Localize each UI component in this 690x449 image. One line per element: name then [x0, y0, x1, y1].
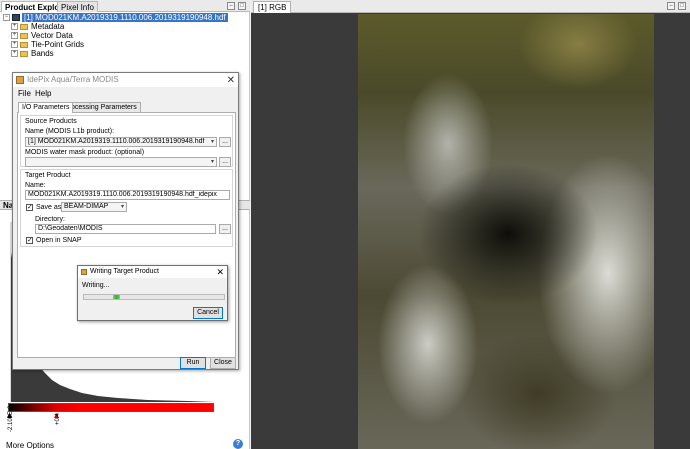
chevron-down-icon: ▾: [210, 139, 214, 145]
more-options-link[interactable]: More Options: [6, 441, 54, 449]
folder-icon: [20, 32, 28, 39]
more-options-label: More Options: [6, 441, 55, 449]
water-mask-label: MODIS water mask product: (optional): [25, 149, 145, 156]
product-label[interactable]: [1] MOD021KM.A2019319.1110.006.201931919…: [22, 13, 228, 22]
save-as-checkbox[interactable]: ✓: [26, 204, 33, 211]
tree-row-metadata[interactable]: + Metadata: [11, 22, 64, 31]
help-icon[interactable]: ?: [233, 439, 243, 449]
source-product-select[interactable]: [1] MOD021KM.A2019319.1110.006.201931919…: [25, 137, 217, 147]
collapse-icon[interactable]: −: [3, 14, 10, 22]
io-parameters-panel: Source Products Name (MODIS L1b product)…: [17, 112, 236, 358]
tree-row-vector-data[interactable]: + Vector Data: [11, 31, 73, 40]
slider-max-label: +0.4: [55, 413, 61, 425]
save-as-label: Save as:: [36, 204, 64, 211]
chevron-down-icon: ▾: [210, 159, 214, 165]
target-name-label: Name:: [25, 182, 46, 189]
directory-label: Directory:: [35, 216, 65, 223]
dialog-title: IdePix Aqua/Terra MODIS: [27, 75, 119, 84]
folder-icon: [20, 23, 28, 30]
expand-icon[interactable]: +: [11, 32, 18, 40]
source-products-label: Source Products: [25, 118, 77, 125]
tab-io-parameters[interactable]: I/O Parameters: [18, 102, 74, 113]
close-button[interactable]: Close: [210, 357, 236, 369]
target-name-field[interactable]: MOD021KM.A2019319.1110.006.2019319190948…: [25, 190, 230, 200]
dialog-menubar: File Help: [13, 88, 238, 99]
close-icon[interactable]: ✕: [227, 74, 235, 88]
progress-bar: [83, 294, 225, 300]
water-mask-browse-button[interactable]: ...: [219, 157, 231, 167]
expand-icon[interactable]: +: [11, 23, 18, 31]
folder-icon: [20, 50, 28, 57]
directory-browse-button[interactable]: ...: [219, 224, 231, 234]
slider-min-label: -2.100E-2: [8, 405, 14, 432]
tree-row-tie-point-grids[interactable]: + Tie-Point Grids: [11, 40, 84, 49]
expand-icon[interactable]: +: [11, 50, 18, 58]
maximize-pane-icon[interactable]: □: [238, 2, 246, 10]
progress-titlebar[interactable]: Writing Target Product ✕: [78, 266, 227, 278]
run-button[interactable]: Run: [180, 357, 206, 369]
menu-help[interactable]: Help: [35, 89, 51, 98]
target-product-section: Target Product Name: MOD021KM.A2019319.1…: [20, 169, 233, 247]
tree-row-product[interactable]: − [1] MOD021KM.A2019319.1110.006.20193191…: [3, 13, 228, 22]
progress-bar-fill: [113, 295, 120, 299]
tab-rgb-view[interactable]: [1] RGB: [253, 1, 292, 13]
target-product-label: Target Product: [25, 172, 71, 179]
minimize-view-icon[interactable]: –: [667, 2, 675, 10]
directory-field[interactable]: D:\Geodaten\MODIS: [35, 224, 216, 234]
tree-label-vector-data: Vector Data: [31, 31, 73, 40]
app-icon: [16, 76, 24, 84]
left-tab-bar: Product Explorer Pixel Info – □: [0, 0, 250, 12]
water-mask-select[interactable]: ▾: [25, 157, 217, 167]
dialog-titlebar[interactable]: IdePix Aqua/Terra MODIS ✕: [13, 73, 238, 87]
maximize-view-icon[interactable]: □: [678, 2, 686, 10]
cancel-button[interactable]: Cancel: [193, 307, 223, 319]
image-view-tab-bar: [1] RGB – □: [251, 0, 690, 13]
source-products-section: Source Products Name (MODIS L1b product)…: [20, 115, 233, 167]
writing-progress-dialog: Writing Target Product ✕ Writing... Canc…: [77, 265, 228, 321]
minimize-pane-icon[interactable]: –: [227, 2, 235, 10]
source-product-value: [1] MOD021KM.A2019319.1110.006.201931919…: [28, 138, 205, 145]
open-in-snap-label: Open in SNAP: [36, 237, 82, 244]
close-icon[interactable]: ✕: [216, 266, 224, 278]
satellite-rgb-image[interactable]: [358, 14, 654, 449]
menu-file[interactable]: File: [18, 89, 31, 98]
format-value: BEAM-DIMAP: [64, 203, 109, 210]
idepix-dialog: IdePix Aqua/Terra MODIS ✕ File Help I/O …: [12, 72, 239, 370]
progress-status: Writing...: [82, 282, 110, 289]
tree-row-bands[interactable]: + Bands: [11, 49, 54, 58]
progress-title: Writing Target Product: [90, 268, 159, 275]
product-icon: [12, 14, 20, 22]
chevron-down-icon: ▾: [120, 204, 124, 210]
tree-label-metadata: Metadata: [31, 22, 65, 31]
color-palette-bar[interactable]: [8, 403, 214, 412]
source-name-label: Name (MODIS L1b product):: [25, 128, 115, 135]
tab-pixel-info[interactable]: Pixel Info: [57, 1, 98, 12]
open-in-snap-checkbox[interactable]: ✓: [26, 237, 33, 244]
format-select[interactable]: BEAM-DIMAP ▾: [61, 202, 127, 212]
app-icon: [81, 269, 87, 275]
tree-label-tie-point-grids: Tie-Point Grids: [31, 40, 85, 49]
tree-label-bands: Bands: [31, 49, 54, 58]
product-tree: − [1] MOD021KM.A2019319.1110.006.20193191…: [0, 12, 250, 72]
folder-icon: [20, 41, 28, 48]
source-product-browse-button[interactable]: ...: [219, 137, 231, 147]
expand-icon[interactable]: +: [11, 41, 18, 49]
image-view-pane: [1] RGB – □: [251, 0, 690, 449]
